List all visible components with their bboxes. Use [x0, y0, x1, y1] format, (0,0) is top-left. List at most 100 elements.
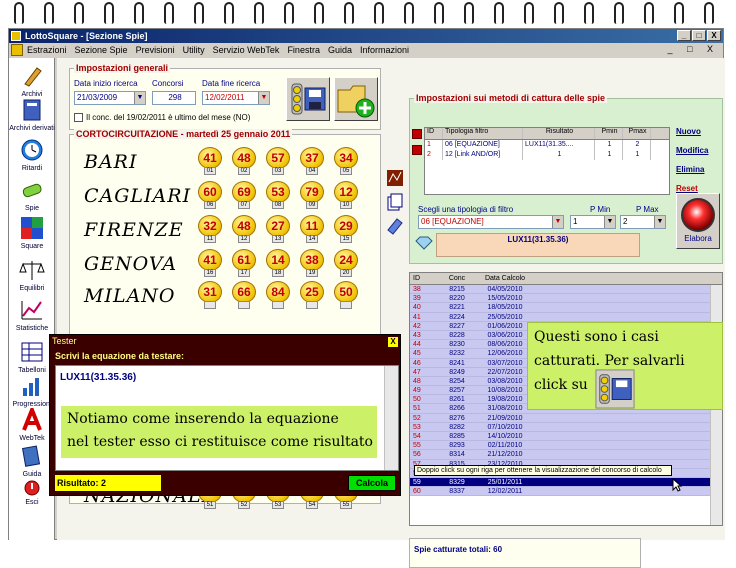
- spiral-ring: [674, 2, 684, 24]
- diamond-icon[interactable]: [414, 235, 434, 251]
- lotto-ball[interactable]: 32 11: [198, 215, 222, 245]
- lotto-ball[interactable]: 31: [198, 281, 222, 311]
- lotto-ball[interactable]: 66: [232, 281, 256, 311]
- menu-guida[interactable]: Guida: [328, 45, 352, 55]
- mdi-window-controls[interactable]: _ □ X: [668, 44, 719, 54]
- lotto-ball[interactable]: 11 14: [300, 215, 324, 245]
- filter-row[interactable]: 1 06 [EQUAZIONE] LUX11(31.35.... 1 2: [425, 140, 669, 150]
- table-row[interactable]: 40 8221 18/05/2010: [410, 303, 722, 313]
- lotto-ball[interactable]: 27 13: [266, 215, 290, 245]
- eraser-icon[interactable]: [385, 216, 405, 236]
- last-month-checkbox[interactable]: [74, 113, 83, 122]
- copy-icon[interactable]: [385, 192, 405, 212]
- tester-scrollbar[interactable]: [384, 366, 398, 470]
- pmin-select[interactable]: 1 ▼: [570, 215, 616, 229]
- pmax-select[interactable]: 2 ▼: [620, 215, 666, 229]
- chevron-down-icon[interactable]: ▼: [604, 216, 615, 228]
- lotto-ball[interactable]: 37 04: [300, 147, 324, 177]
- end-date-field[interactable]: 12/02/2011 ▼: [202, 91, 270, 105]
- sidebar-item-statistiche[interactable]: Statistiche: [9, 298, 55, 332]
- maximize-button[interactable]: □: [692, 30, 706, 41]
- sidebar-item-ritardi[interactable]: Ritardi: [9, 138, 55, 172]
- menu-finestra[interactable]: Finestra: [287, 45, 320, 55]
- ball-number: 66: [232, 281, 256, 303]
- menu-servizio-webtek[interactable]: Servizio WebTek: [213, 45, 280, 55]
- table-row[interactable]: 56 8314 21/12/2010: [410, 450, 722, 460]
- spiral-ring: [704, 2, 714, 24]
- table-row[interactable]: 55 8293 02/11/2010: [410, 441, 722, 451]
- filter-grid[interactable]: ID Tipologia filtro Risultato Pmin Pmax …: [424, 127, 670, 195]
- lotto-ball[interactable]: 48 12: [232, 215, 256, 245]
- modifica-link[interactable]: Modifica: [676, 146, 708, 155]
- move-down-button[interactable]: [412, 145, 422, 155]
- elimina-link[interactable]: Elimina: [676, 165, 708, 174]
- lotto-ball[interactable]: 53 08: [266, 181, 290, 211]
- filter-row[interactable]: 2 12 [Link AND/OR] 1 1 1: [425, 150, 669, 160]
- table-cell: 8224: [449, 313, 465, 321]
- lotto-ball[interactable]: 79 09: [300, 181, 324, 211]
- table-row[interactable]: 54 8285 14/10/2010: [410, 432, 722, 442]
- lotto-ball[interactable]: 61 17: [232, 249, 256, 279]
- tools-icon[interactable]: [385, 168, 405, 188]
- sidebar-item-equilibri[interactable]: Equilibri: [9, 258, 55, 292]
- lotto-ball[interactable]: 41 01: [198, 147, 222, 177]
- chevron-down-icon[interactable]: ▼: [258, 92, 269, 104]
- lotto-ball[interactable]: 38 19: [300, 249, 324, 279]
- nuovo-link[interactable]: Nuovo: [676, 127, 708, 136]
- lotto-ball[interactable]: 50: [334, 281, 358, 311]
- filter-type-select[interactable]: 06 [EQUAZIONE] ▼: [418, 215, 564, 229]
- tester-equation-input[interactable]: LUX11(31.35.36) Notiamo come inserendo l…: [55, 365, 399, 471]
- menu-sezione-spie[interactable]: Sezione Spie: [75, 45, 128, 55]
- menu-utility[interactable]: Utility: [183, 45, 205, 55]
- sidebar-item-archivi[interactable]: Archivi: [9, 64, 55, 98]
- conc-field[interactable]: 298: [152, 91, 196, 105]
- ball-number: 12: [334, 181, 358, 203]
- table-cell: 52: [413, 414, 421, 422]
- sidebar-item-square[interactable]: Square: [9, 216, 55, 250]
- table-row[interactable]: 38 8215 04/05/2010: [410, 285, 722, 295]
- lotto-ball[interactable]: 25: [300, 281, 324, 311]
- lotto-ball[interactable]: 29 15: [334, 215, 358, 245]
- save-filter-button[interactable]: [286, 77, 330, 121]
- table-row[interactable]: 53 8282 07/10/2010: [410, 422, 722, 432]
- chevron-down-icon[interactable]: ▼: [654, 216, 665, 228]
- table-row[interactable]: 52 8276 21/09/2010: [410, 413, 722, 423]
- calcola-button[interactable]: Calcola: [348, 475, 396, 491]
- ball-position: 19: [306, 269, 318, 277]
- sidebar-item-archivi-derivati[interactable]: Archivi derivati: [9, 98, 55, 132]
- table-cell: 60: [413, 488, 421, 496]
- reset-link[interactable]: Reset: [676, 184, 708, 193]
- lotto-ball[interactable]: 24 20: [334, 249, 358, 279]
- lotto-ball[interactable]: 69 07: [232, 181, 256, 211]
- minimize-button[interactable]: _: [677, 30, 691, 41]
- table-cell: 42: [413, 322, 421, 330]
- table-cell: 25/05/2010: [487, 313, 523, 321]
- lotto-ball[interactable]: 48 02: [232, 147, 256, 177]
- table-cell: 21/09/2010: [487, 414, 523, 422]
- menu-informazioni[interactable]: Informazioni: [360, 45, 409, 55]
- table-row[interactable]: 41 8224 25/05/2010: [410, 312, 722, 322]
- lotto-ball[interactable]: 84: [266, 281, 290, 311]
- menu-estrazioni[interactable]: Estrazioni: [27, 45, 67, 55]
- table-row[interactable]: 39 8220 15/05/2010: [410, 294, 722, 304]
- menu-previsioni[interactable]: Previsioni: [136, 45, 175, 55]
- chevron-down-icon[interactable]: ▼: [134, 92, 145, 104]
- lotto-ball[interactable]: 12 10: [334, 181, 358, 211]
- ball-position: 01: [204, 167, 216, 175]
- lotto-ball[interactable]: 14 18: [266, 249, 290, 279]
- lotto-ball[interactable]: 60 06: [198, 181, 222, 211]
- close-button[interactable]: X: [707, 30, 721, 41]
- move-up-button[interactable]: [412, 129, 422, 139]
- tester-close-button[interactable]: X: [388, 337, 398, 347]
- chevron-down-icon[interactable]: ▼: [552, 216, 563, 228]
- start-date-field[interactable]: 21/03/2009 ▼: [74, 91, 146, 105]
- sidebar-item-spie[interactable]: Spie: [9, 178, 55, 212]
- equation-display: LUX11(31.35.36): [436, 233, 640, 257]
- lotto-ball[interactable]: 57 03: [266, 147, 290, 177]
- ball-number: 61: [232, 249, 256, 271]
- spiral-ring: [584, 2, 594, 24]
- lotto-ball[interactable]: 34 05: [334, 147, 358, 177]
- elabora-button[interactable]: Elabora: [676, 193, 720, 249]
- lotto-ball[interactable]: 41 16: [198, 249, 222, 279]
- open-folder-button[interactable]: [334, 77, 378, 121]
